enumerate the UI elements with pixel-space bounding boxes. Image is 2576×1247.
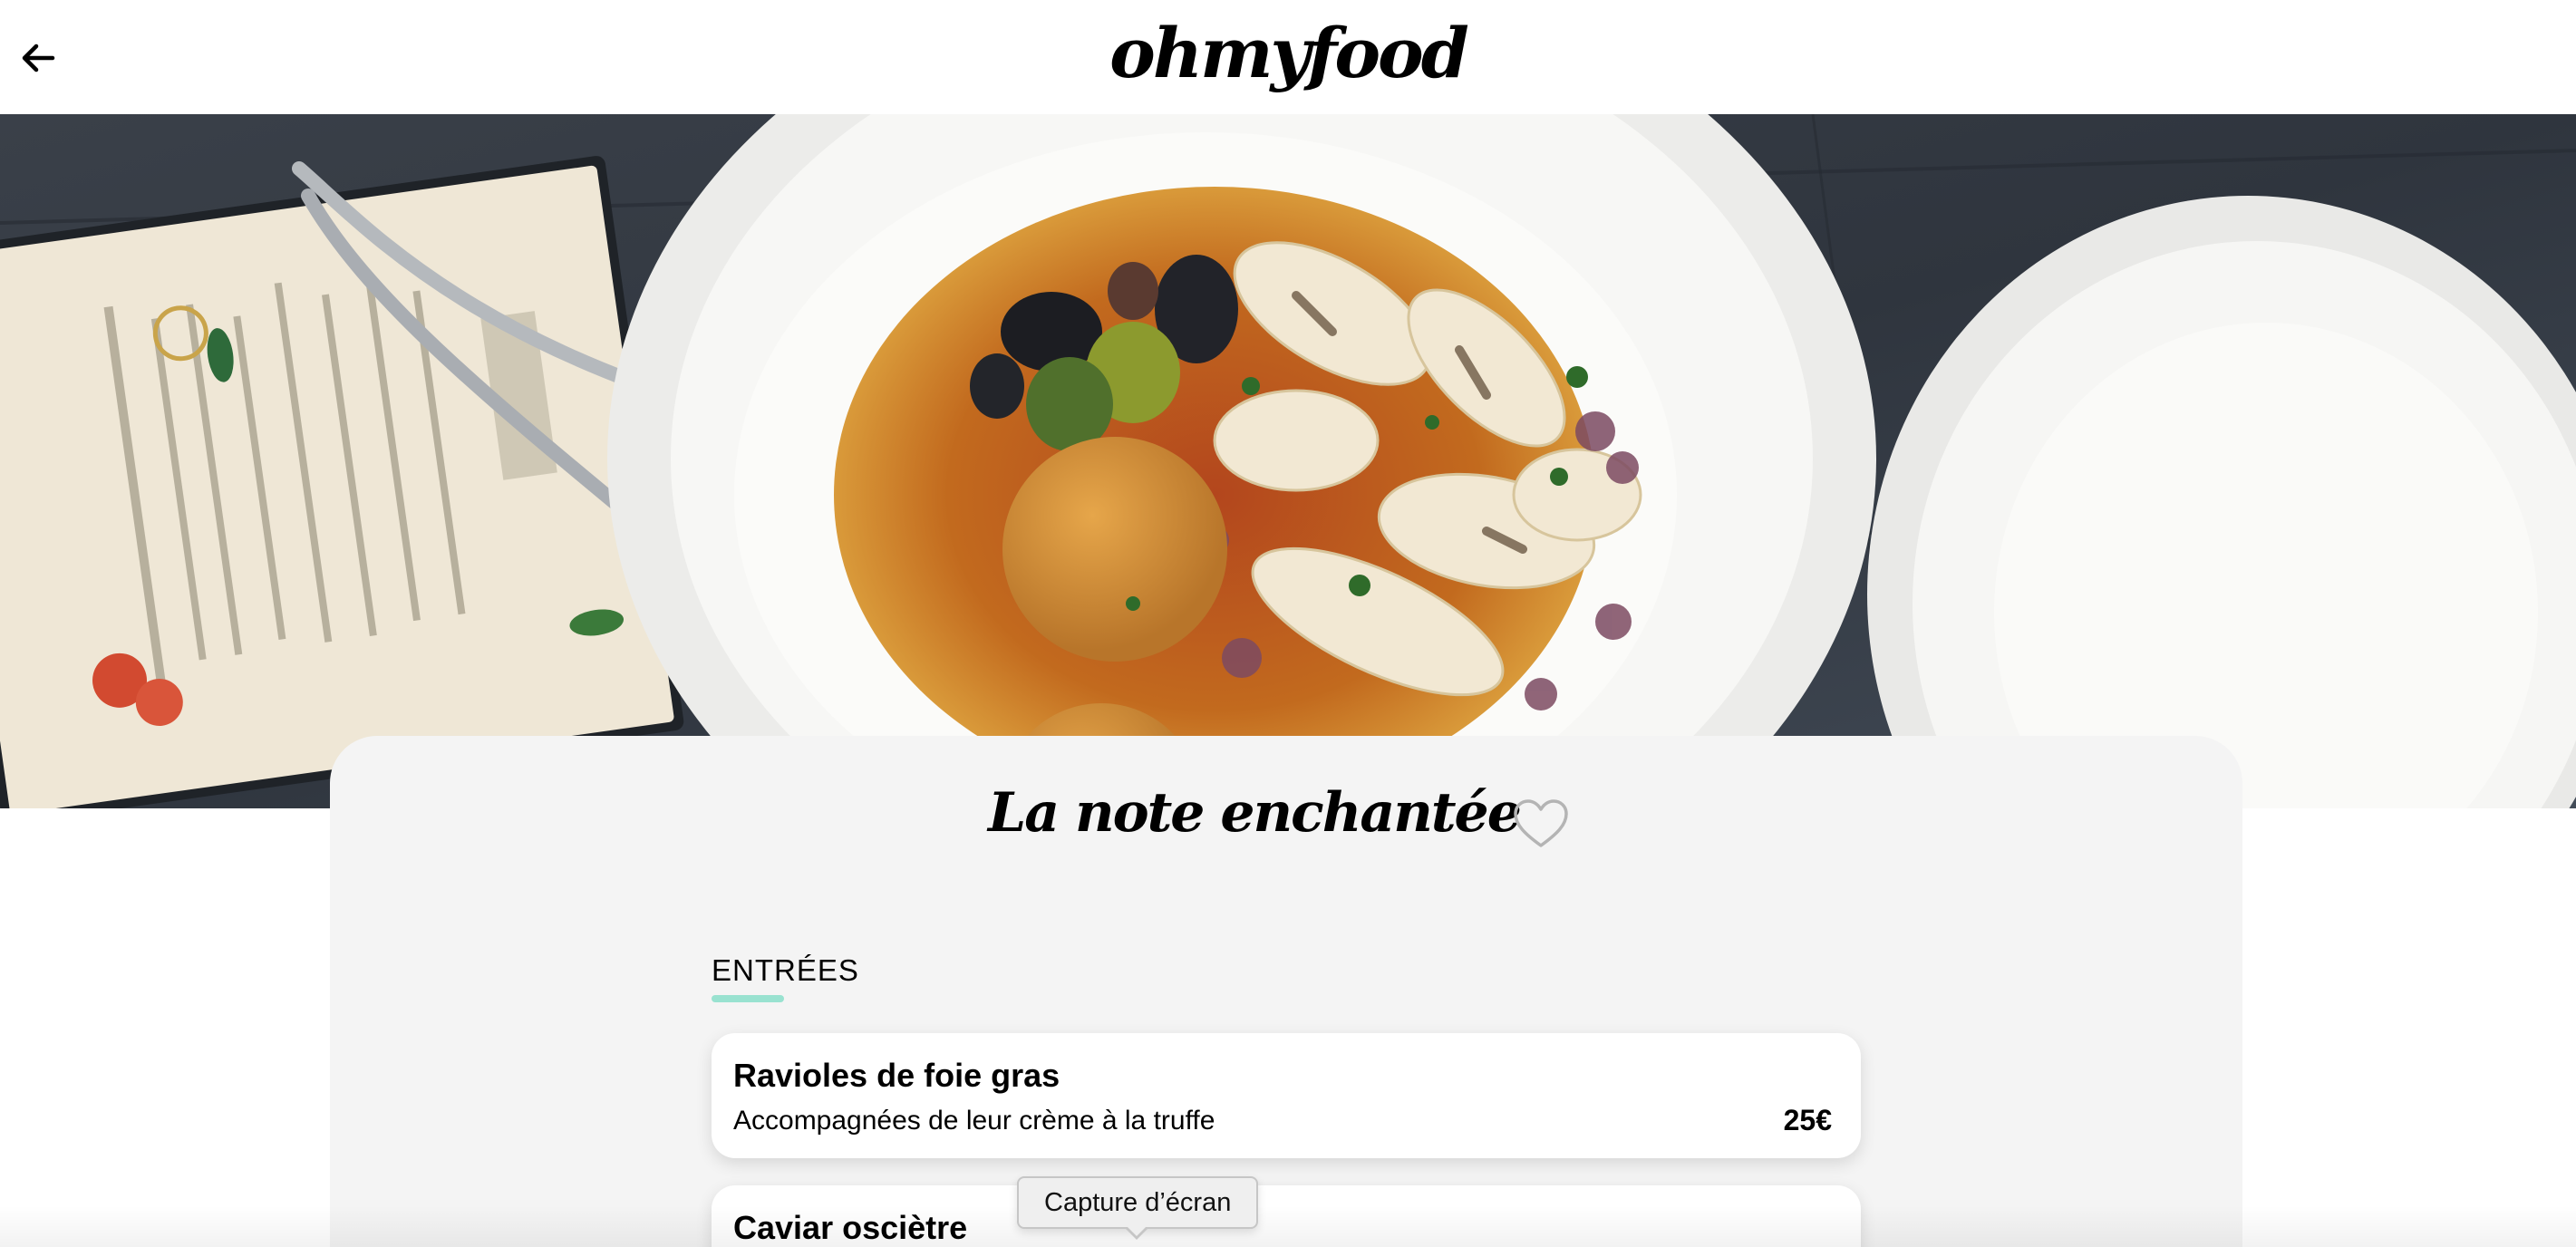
dish-card[interactable]: Ravioles de foie gras Accompagnées de le…: [712, 1033, 1861, 1158]
dish-name: Caviar osciètre: [733, 1209, 968, 1246]
dish-card[interactable]: Caviar osciètre: [712, 1185, 1861, 1247]
app-header: ohmyfood: [0, 0, 2576, 114]
dish-name: Ravioles de foie gras: [733, 1057, 1060, 1094]
section-title-entrees: ENTRÉES: [712, 953, 859, 987]
dish-description: Accompagnées de leur crème à la truffe: [733, 1106, 1215, 1136]
tooltip: Capture d’écran: [1017, 1176, 1259, 1229]
hero-image: [0, 114, 2576, 808]
favorite-button[interactable]: [1512, 798, 1570, 850]
section-underline: [712, 995, 784, 1002]
tooltip-arrow: [1124, 1225, 1149, 1240]
logo[interactable]: ohmyfood: [0, 13, 2576, 93]
dish-price: 25€: [1783, 1104, 1832, 1136]
heart-outline-icon: [1514, 799, 1568, 847]
restaurant-name: La note enchantée: [988, 781, 1522, 845]
